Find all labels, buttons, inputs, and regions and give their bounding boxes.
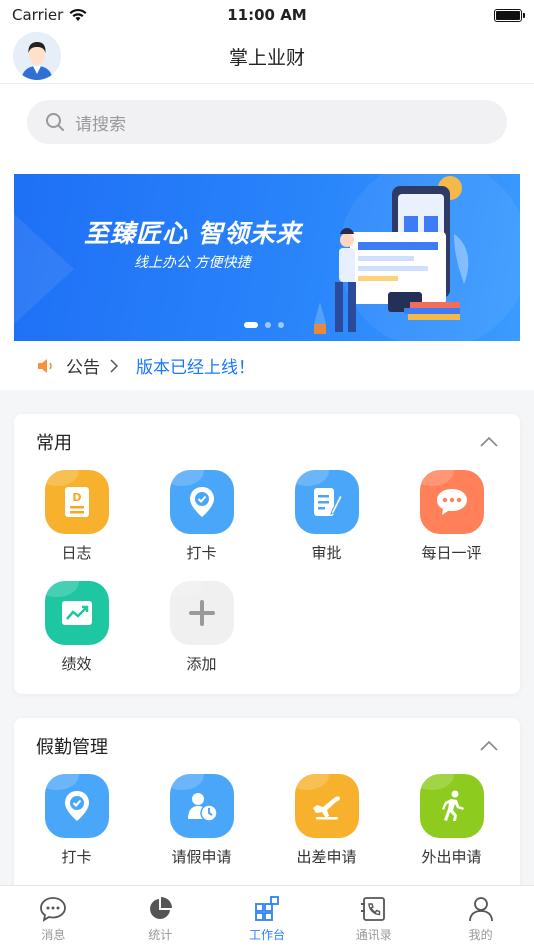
app-item-checkin[interactable]: 打卡 — [14, 774, 139, 867]
avatar[interactable] — [13, 32, 61, 80]
common-card-header: 常用 — [14, 414, 520, 470]
tab-bar: 消息 统计 工作台 通讯录 我的 — [0, 885, 534, 950]
tab-label: 工作台 — [248, 928, 285, 942]
trend-chart-icon — [44, 581, 109, 645]
app-item-approve[interactable]: 审批 — [264, 470, 389, 563]
leave-grid: 打卡 请假申请 出差申请 外出申请 — [14, 774, 520, 885]
tab-messages[interactable]: 消息 — [0, 886, 107, 950]
tab-workbench[interactable]: 工作台 — [214, 886, 321, 950]
walking-icon — [419, 774, 484, 838]
app-item-business-trip[interactable]: 出差申请 — [264, 774, 389, 867]
banner-section: 至臻匠心 智领未来 线上办公 方便快捷 公告 版本已经上线！ — [0, 160, 534, 390]
carousel-dots — [244, 322, 284, 328]
tab-label: 消息 — [41, 928, 66, 942]
page-title: 掌上业财 — [228, 47, 305, 69]
chevron-up-icon[interactable] — [480, 437, 498, 447]
carousel-dot[interactable] — [278, 322, 284, 328]
chevron-right-icon — [110, 358, 118, 373]
app-item-label: 出差申请 — [296, 848, 357, 866]
carousel-dot-active[interactable] — [244, 322, 258, 328]
app-item-label: 打卡 — [186, 544, 217, 562]
banner-title: 至臻匠心 智领未来 — [84, 219, 302, 248]
wifi-icon — [69, 8, 87, 21]
document-d-icon: D — [44, 470, 109, 534]
app-item-label: 日志 — [61, 544, 92, 562]
notice-bar[interactable]: 公告 版本已经上线！ — [36, 353, 255, 378]
workbench-icon — [255, 896, 279, 921]
app-item-checkin[interactable]: 打卡 — [139, 470, 264, 563]
tab-contacts[interactable]: 通讯录 — [320, 886, 427, 950]
tab-label: 我的 — [468, 928, 493, 942]
app-item-label: 审批 — [311, 544, 342, 562]
chat-bubble-icon — [419, 470, 484, 534]
leave-card: 假勤管理 打卡 请假申请 出差申请 外出申请 — [14, 718, 520, 908]
app-item-label: 打卡 — [61, 848, 92, 866]
profile-icon — [468, 897, 493, 922]
tab-statistics[interactable]: 统计 — [107, 886, 214, 950]
speaker-icon — [38, 358, 52, 373]
app-item-label: 添加 — [186, 655, 217, 673]
contacts-icon — [360, 897, 385, 921]
status-bar: Carrier 11:00 AM — [0, 0, 534, 30]
app-item-performance[interactable]: 绩效 — [14, 581, 139, 674]
banner-carousel[interactable]: 至臻匠心 智领未来 线上办公 方便快捷 — [14, 174, 520, 341]
tab-label: 统计 — [148, 928, 173, 942]
common-card: 常用 D 日志 打卡 审批 每日一评 绩效 添加 — [14, 414, 520, 694]
chevron-up-icon[interactable] — [480, 741, 498, 751]
person-clock-icon — [169, 774, 234, 838]
banner-subtitle: 线上办公 方便快捷 — [134, 255, 251, 271]
notice-text: 版本已经上线！ — [136, 358, 255, 378]
notice-label: 公告 — [66, 358, 100, 378]
search-placeholder: 请搜索 — [75, 114, 126, 135]
app-item-label: 请假申请 — [171, 848, 232, 866]
app-item-label: 绩效 — [61, 655, 92, 673]
svg-text:D: D — [72, 491, 81, 504]
app-item-daily-review[interactable]: 每日一评 — [389, 470, 514, 563]
carrier-label: Carrier — [12, 6, 64, 24]
add-app-button[interactable]: 添加 — [139, 581, 264, 674]
battery-icon — [494, 8, 525, 22]
app-item-label: 每日一评 — [421, 544, 482, 562]
leave-card-header: 假勤管理 — [14, 718, 520, 774]
search-input[interactable]: 请搜索 — [27, 100, 507, 144]
app-item-leave-request[interactable]: 请假申请 — [139, 774, 264, 867]
search-icon — [46, 113, 64, 131]
plus-icon — [169, 581, 234, 645]
nav-bar: 掌上业财 — [0, 30, 534, 84]
common-grid: D 日志 打卡 审批 每日一评 绩效 添加 — [14, 470, 520, 692]
location-check-icon — [44, 774, 109, 838]
tab-profile[interactable]: 我的 — [427, 886, 534, 950]
search-section: 请搜索 — [0, 84, 534, 160]
carousel-dot[interactable] — [265, 322, 271, 328]
status-left: Carrier — [12, 6, 87, 24]
banner-illustration — [14, 174, 520, 341]
app-item-log[interactable]: D 日志 — [14, 470, 139, 563]
airplane-icon — [294, 774, 359, 838]
pie-chart-icon — [150, 897, 173, 919]
leave-card-title: 假勤管理 — [36, 737, 108, 758]
common-card-title: 常用 — [36, 433, 72, 454]
message-icon — [40, 897, 67, 922]
app-item-label: 外出申请 — [421, 848, 482, 866]
edit-doc-icon — [294, 470, 359, 534]
app-item-outing[interactable]: 外出申请 — [389, 774, 514, 867]
location-check-icon — [169, 470, 234, 534]
tab-label: 通讯录 — [355, 928, 392, 942]
user-avatar-icon — [13, 32, 61, 80]
